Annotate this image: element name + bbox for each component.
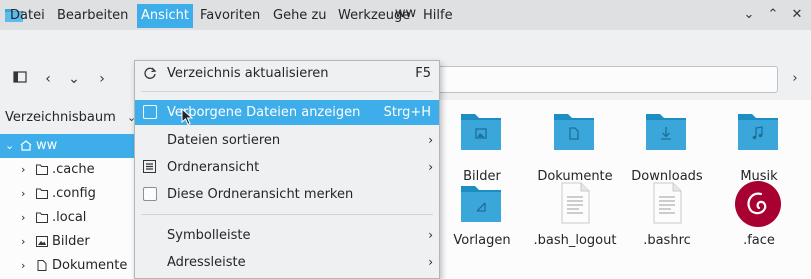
chevron-right-icon[interactable]: › xyxy=(785,69,805,89)
menu-item-label: Verzeichnis aktualisieren xyxy=(167,66,329,81)
menu-datei[interactable]: Datei xyxy=(6,4,49,28)
tree-label: .cache xyxy=(52,162,95,177)
tree-label: Bilder xyxy=(52,234,90,249)
menu-bearbeiten[interactable]: Bearbeiten xyxy=(53,4,132,28)
mouse-cursor-icon xyxy=(181,108,194,126)
tree-row-config[interactable]: › .config xyxy=(0,182,137,206)
debian-logo-icon xyxy=(735,181,781,227)
tree-label: .config xyxy=(52,186,96,201)
pictures-folder-icon xyxy=(461,114,501,150)
back-icon[interactable]: ‹ xyxy=(37,68,59,90)
menu-item-address-bar[interactable]: Adressleiste › xyxy=(135,250,439,275)
pictures-icon xyxy=(36,236,48,247)
panel-icon[interactable] xyxy=(9,69,31,91)
menu-hilfe[interactable]: Hilfe xyxy=(419,4,457,28)
tree-label: ww xyxy=(36,138,58,153)
file-label: .bash_logout xyxy=(533,233,617,248)
folder-icon xyxy=(36,188,48,199)
home-icon xyxy=(20,140,32,151)
menu-item-label: Ordneransicht xyxy=(167,160,260,175)
location-input[interactable] xyxy=(412,66,778,93)
submenu-arrow-icon: › xyxy=(428,133,433,147)
separator xyxy=(141,91,433,92)
chevron-right-icon[interactable]: › xyxy=(21,230,25,254)
tree-row-bilder[interactable]: › Bilder xyxy=(0,230,137,254)
file-view: Bilder Dokumente Downloads Musik Vorlage… xyxy=(440,100,811,279)
chevron-down-icon[interactable]: ⌄ xyxy=(5,134,14,158)
menu-gehe-zu[interactable]: Gehe zu xyxy=(269,4,331,28)
refresh-icon xyxy=(142,66,157,81)
checkbox[interactable] xyxy=(143,187,157,201)
chevron-right-icon[interactable]: › xyxy=(21,254,25,278)
menu-item-label: Dateien sortieren xyxy=(167,133,281,148)
folder-icon xyxy=(36,164,48,175)
file-dokumente[interactable]: Dokumente xyxy=(530,110,620,184)
menu-item-label: Adressleiste xyxy=(167,255,246,270)
menu-item-shortcut: F5 xyxy=(415,66,431,81)
file-musik[interactable]: Musik xyxy=(714,110,804,184)
menu-item-label: Diese Ordneransicht merken xyxy=(167,187,354,202)
menu-item-label: Verborgene Dateien anzeigen xyxy=(167,105,361,120)
list-view-icon xyxy=(142,160,157,175)
text-file-icon xyxy=(653,182,682,224)
submenu-arrow-icon: › xyxy=(428,255,433,269)
tree-label: .local xyxy=(52,210,87,225)
separator xyxy=(141,214,433,215)
file-face[interactable]: .face xyxy=(714,181,804,252)
music-folder-icon xyxy=(738,114,778,150)
close-icon[interactable]: ✕ xyxy=(788,6,806,24)
file-label: Vorlagen xyxy=(453,233,511,248)
file-bashrc[interactable]: .bashrc xyxy=(622,182,712,252)
menu-item-refresh[interactable]: Verzeichnis aktualisieren F5 xyxy=(135,61,439,86)
chevron-right-icon[interactable]: › xyxy=(21,206,25,230)
file-downloads[interactable]: Downloads xyxy=(622,110,712,184)
documents-folder-icon xyxy=(554,114,594,150)
tree-label: Dokumente xyxy=(52,258,128,273)
submenu-arrow-icon: › xyxy=(428,228,433,242)
submenu-arrow-icon: › xyxy=(428,160,433,174)
folder-icon xyxy=(36,212,48,223)
tree-row-local[interactable]: › .local xyxy=(0,206,137,230)
file-bilder[interactable]: Bilder xyxy=(437,110,527,184)
file-label: .face xyxy=(743,233,775,248)
chevron-down-icon[interactable]: ⌄ xyxy=(740,6,758,24)
down-icon[interactable]: ⌄ xyxy=(63,68,85,90)
menu-bar xyxy=(0,30,811,60)
file-bash-logout[interactable]: .bash_logout xyxy=(530,182,620,252)
menu-item-sort[interactable]: Dateien sortieren › xyxy=(135,128,439,153)
tree-row-ww[interactable]: ⌄ ww xyxy=(0,134,137,158)
document-icon xyxy=(37,260,47,271)
menu-item-remember-view[interactable]: Diese Ordneransicht merken xyxy=(135,182,439,207)
text-file-icon xyxy=(561,182,590,224)
menu-ansicht[interactable]: Ansicht xyxy=(137,4,194,28)
downloads-folder-icon xyxy=(646,114,686,150)
menu-favoriten[interactable]: Favoriten xyxy=(196,4,264,28)
menu-werkzeuge[interactable]: Werkzeuge xyxy=(334,4,414,28)
chevron-right-icon[interactable]: › xyxy=(21,158,25,182)
chevron-right-icon[interactable]: › xyxy=(21,182,25,206)
menu-item-shortcut: Strg+H xyxy=(383,105,431,120)
tree-panel-title: Verzeichnisbaum xyxy=(5,110,116,125)
file-label: .bashrc xyxy=(643,233,691,248)
menu-item-toolbar[interactable]: Symbolleiste › xyxy=(135,223,439,248)
file-vorlagen[interactable]: Vorlagen xyxy=(437,182,527,252)
tree-row-cache[interactable]: › .cache xyxy=(0,158,137,182)
ansicht-menu: Verzeichnis aktualisieren F5 Verborgene … xyxy=(134,60,440,279)
menu-item-label: Symbolleiste xyxy=(167,228,251,243)
chevron-up-icon[interactable]: ⌃ xyxy=(764,6,782,24)
checkbox[interactable] xyxy=(143,105,157,119)
menu-item-folder-view[interactable]: Ordneransicht › xyxy=(135,155,439,180)
forward-icon[interactable]: › xyxy=(91,68,113,90)
templates-folder-icon xyxy=(461,186,501,222)
tree-row-dokumente[interactable]: › Dokumente xyxy=(0,254,137,278)
